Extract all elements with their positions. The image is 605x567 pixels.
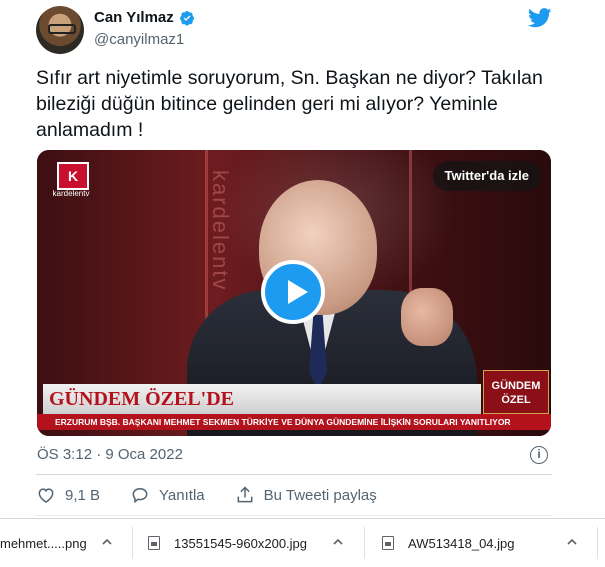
separator (132, 527, 133, 559)
download-item[interactable]: AW513418_04.jpg (382, 519, 515, 567)
chevron-up-icon[interactable] (101, 536, 113, 548)
channel-logo: K kardelentv (43, 162, 99, 202)
divider (36, 474, 552, 475)
tweet-actions: 9,1 B Yanıtla Bu Tweeti paylaş (36, 484, 407, 506)
tweet-card: Can Yılmaz @canyilmaz1 Sıfır art niyetim… (0, 0, 605, 518)
like-button[interactable]: 9,1 B (36, 485, 100, 505)
verified-badge-icon (179, 10, 194, 26)
share-button[interactable]: Bu Tweeti paylaş (235, 485, 377, 505)
author-name[interactable]: Can Yılmaz (94, 9, 174, 26)
download-item[interactable]: 13551545-960x200.jpg (148, 519, 307, 567)
author-avatar[interactable] (36, 6, 84, 54)
share-label: Bu Tweeti paylaş (263, 486, 377, 504)
file-icon (382, 536, 394, 550)
heart-icon (38, 488, 54, 503)
tweet-timestamp[interactable]: ÖS 3:12 · 9 Oca 2022 (37, 446, 183, 463)
tweet-text: Sıfır art niyetimle soruyorum, Sn. Başka… (36, 67, 543, 141)
reply-bubble-icon (132, 487, 148, 504)
twitter-bird-icon[interactable] (528, 8, 552, 28)
lower-third-badge-line2: ÖZEL (501, 394, 531, 406)
reply-button[interactable]: Yanıtla (130, 485, 205, 505)
author-handle[interactable]: @canyilmaz1 (94, 31, 184, 48)
like-count: 9,1 B (65, 486, 101, 504)
share-icon (237, 486, 253, 503)
file-icon (148, 536, 160, 550)
lower-third-title: GÜNDEM ÖZEL'DE (43, 384, 481, 414)
background-brand-text: kardelentv (208, 170, 233, 292)
info-icon[interactable]: i (530, 446, 548, 464)
download-shelf: mehmet.....png 13551545-960x200.jpg AW51… (0, 518, 605, 567)
chevron-up-icon[interactable] (566, 536, 578, 548)
video-player[interactable]: kardelentv K kardelentv Twitter'da izle … (37, 150, 551, 436)
reply-label: Yanıtla (159, 486, 205, 504)
channel-logo-letter: K (57, 162, 89, 190)
channel-logo-label: kardelentv (52, 189, 90, 198)
lower-third-badge-line1: GÜNDEM (491, 380, 541, 392)
lower-third-ticker: ERZURUM BŞB. BAŞKANI MEHMET SEKMEN TÜRKİ… (37, 414, 551, 430)
divider (36, 515, 552, 516)
lower-third-badge: GÜNDEM ÖZEL (483, 370, 549, 414)
play-button[interactable] (261, 260, 325, 324)
author-name-row: Can Yılmaz (94, 9, 195, 26)
download-item[interactable]: mehmet.....png (0, 519, 87, 567)
lower-third: GÜNDEM ÖZEL'DE GÜNDEM ÖZEL ERZURUM BŞB. … (37, 370, 551, 436)
separator (597, 527, 598, 559)
play-icon (288, 280, 308, 304)
download-filename: 13551545-960x200.jpg (174, 535, 308, 551)
speaker-hand (401, 288, 453, 346)
chevron-up-icon[interactable] (332, 536, 344, 548)
download-filename: AW513418_04.jpg (408, 535, 515, 551)
download-filename: mehmet.....png (0, 535, 87, 551)
avatar-glasses (48, 24, 76, 34)
watch-on-twitter-button[interactable]: Twitter'da izle (432, 161, 541, 191)
separator (364, 527, 365, 559)
